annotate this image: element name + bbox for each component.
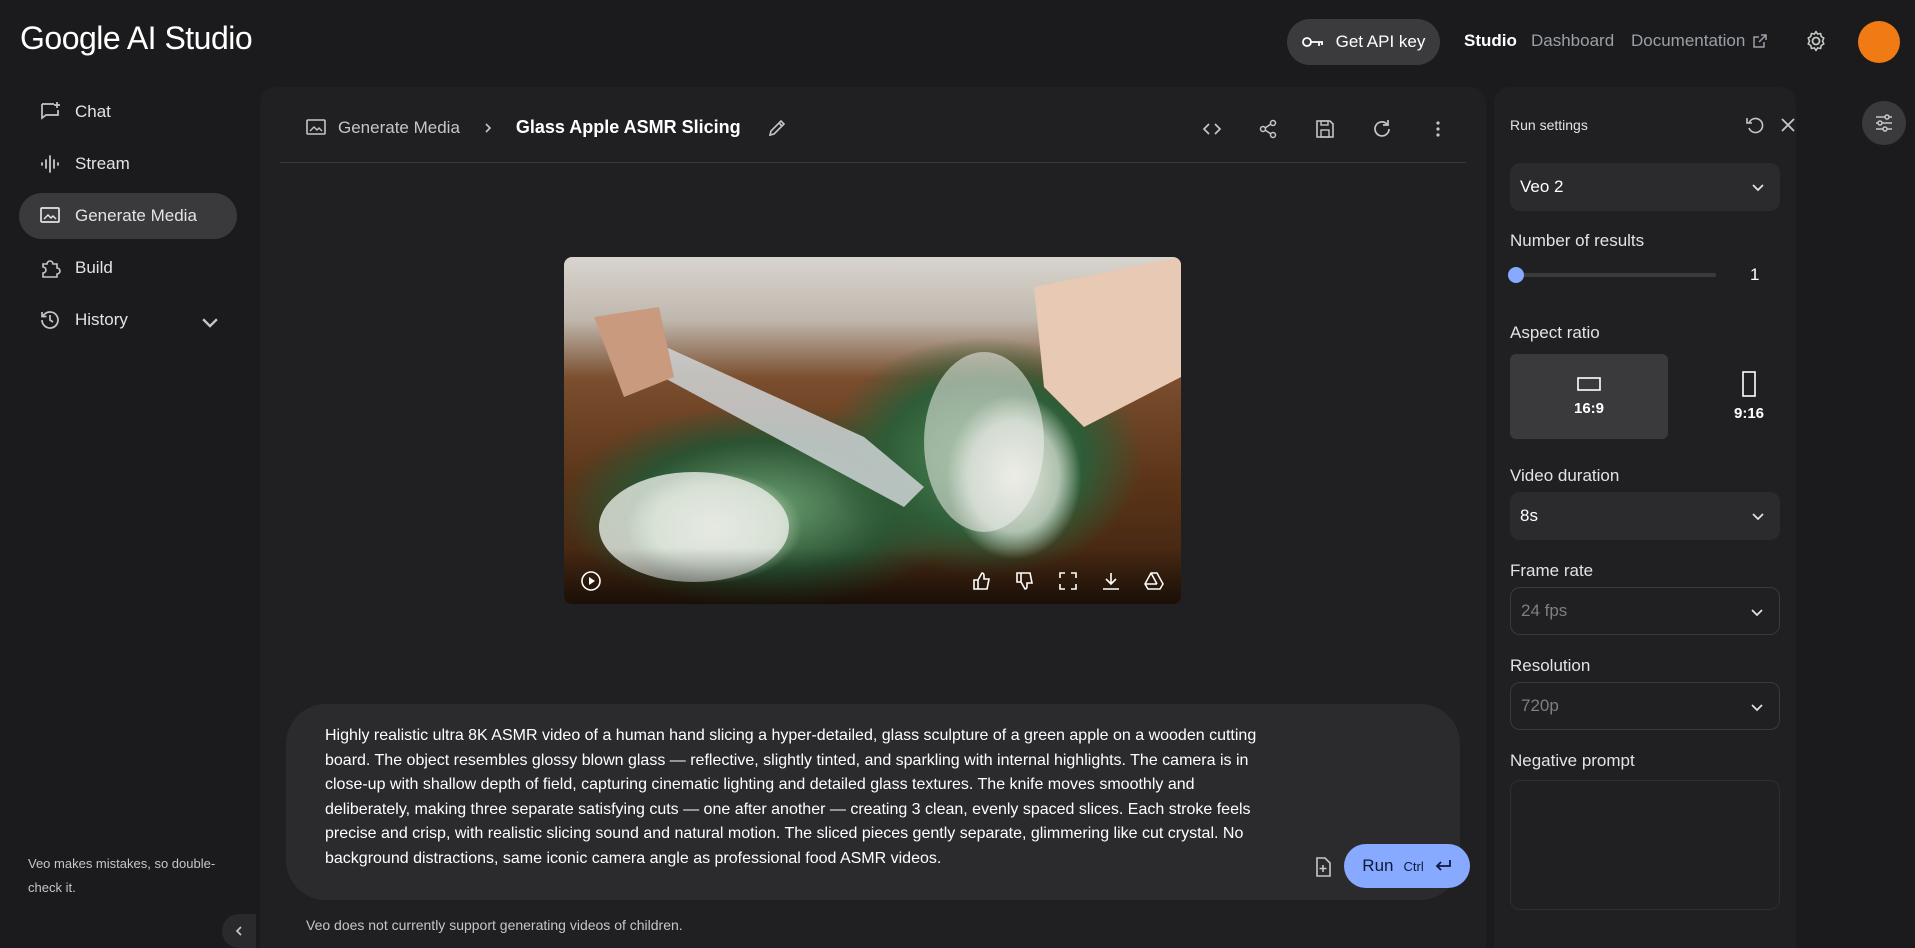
sidebar-item-label: Generate Media: [75, 206, 197, 225]
more-vert-icon[interactable]: [1427, 118, 1449, 140]
prompt-input-container[interactable]: Highly realistic ultra 8K ASMR video of …: [286, 704, 1470, 900]
num-results-slider-track[interactable]: [1516, 273, 1716, 277]
app-root: Google AI Studio Get API key Studio Dash…: [0, 0, 1915, 948]
collapse-sidebar-button[interactable]: [222, 914, 256, 948]
sidebar-item-label: History: [75, 310, 128, 329]
top-bar: Google AI Studio Get API key Studio Dash…: [0, 0, 1915, 86]
video-preview[interactable]: [564, 257, 1181, 604]
chevron-right-icon: [485, 122, 492, 133]
negative-prompt-input[interactable]: [1510, 780, 1780, 910]
chevron-down-icon: [1752, 184, 1764, 192]
run-label: Run: [1362, 856, 1394, 875]
portrait-icon: [1742, 371, 1756, 397]
sidebar-item-label: Stream: [75, 154, 130, 173]
media-icon: [40, 207, 60, 223]
model-value: Veo 2: [1520, 177, 1564, 196]
num-results-label: Number of results: [1510, 231, 1645, 250]
left-sidebar: Chat Stream Generate Media Build History…: [0, 86, 256, 948]
chevron-down-icon: [1751, 704, 1763, 712]
chevron-left-icon: [235, 926, 242, 936]
aspect-option-9-16[interactable]: 9:16: [1670, 354, 1828, 439]
main-panel: Generate Media Glass Apple ASMR Slicing: [260, 87, 1486, 948]
resolution-label: Resolution: [1510, 656, 1591, 675]
download-icon[interactable]: [1100, 570, 1122, 592]
aspect-option-label: 9:16: [1733, 405, 1765, 422]
resolution-value: 720p: [1521, 696, 1559, 715]
app-logo[interactable]: Google AI Studio: [20, 20, 253, 57]
key-icon: [1301, 37, 1323, 47]
model-select[interactable]: Veo 2: [1510, 163, 1780, 211]
fullscreen-icon[interactable]: [1057, 570, 1079, 592]
page-title: Glass Apple ASMR Slicing: [515, 117, 741, 137]
media-icon: [306, 118, 326, 135]
user-avatar[interactable]: [1858, 21, 1900, 63]
negative-prompt-label: Negative prompt: [1510, 751, 1635, 770]
sidebar-item-build[interactable]: Build: [19, 245, 237, 291]
sidebar-disclaimer: Veo makes mistakes, so double-check it.: [28, 856, 216, 895]
gear-icon[interactable]: [1804, 29, 1828, 53]
get-api-key-label: Get API key: [1335, 32, 1426, 51]
num-results-value[interactable]: 1: [1750, 265, 1759, 285]
share-icon[interactable]: [1257, 118, 1279, 140]
nav-dashboard[interactable]: Dashboard: [1531, 31, 1614, 51]
chevron-down-icon[interactable]: [199, 311, 221, 333]
video-duration-select[interactable]: 8s: [1510, 492, 1780, 540]
sidebar-item-label: Build: [75, 258, 113, 277]
enter-key-icon: [1435, 860, 1451, 871]
drive-icon[interactable]: [1143, 570, 1165, 592]
history-icon: [41, 311, 59, 329]
aspect-option-label: 16:9: [1573, 400, 1605, 417]
refresh-icon[interactable]: [1371, 118, 1393, 140]
sidebar-item-label: Chat: [75, 102, 111, 121]
header-divider: [280, 162, 1466, 163]
video-duration-value: 8s: [1520, 506, 1538, 525]
run-settings-title: Run settings: [1510, 117, 1588, 133]
run-button[interactable]: Run Ctrl: [1344, 844, 1470, 888]
nav-documentation[interactable]: Documentation: [1631, 31, 1768, 51]
close-icon[interactable]: [1777, 114, 1799, 136]
sidebar-item-stream[interactable]: Stream: [19, 141, 237, 187]
aspect-option-16-9[interactable]: 16:9: [1510, 354, 1668, 439]
edit-icon[interactable]: [767, 118, 787, 138]
nav-documentation-label: Documentation: [1631, 31, 1746, 50]
chevron-down-icon: [1752, 513, 1764, 521]
frame-rate-select: 24 fps: [1510, 587, 1780, 635]
tune-icon: [1876, 114, 1892, 132]
run-shortcut: Ctrl: [1403, 858, 1424, 874]
run-settings-panel: Run settings Veo 2 Number of results 1 A…: [1494, 87, 1796, 948]
play-icon[interactable]: [580, 570, 602, 592]
video-controls: [564, 548, 1181, 604]
landscape-icon: [1577, 377, 1601, 391]
prompt-input[interactable]: Highly realistic ultra 8K ASMR video of …: [325, 724, 1275, 871]
nav-studio[interactable]: Studio: [1464, 31, 1517, 51]
code-icon[interactable]: [1201, 118, 1223, 140]
thumbs-up-icon[interactable]: [971, 570, 993, 592]
reset-settings-icon[interactable]: [1744, 114, 1766, 136]
add-file-icon[interactable]: [1312, 856, 1334, 878]
sidebar-item-generate-media[interactable]: Generate Media: [19, 193, 237, 239]
build-icon: [42, 260, 61, 278]
breadcrumb: Generate Media Glass Apple ASMR Slicing: [306, 117, 787, 138]
video-duration-label: Video duration: [1510, 466, 1620, 485]
thumbs-down-icon[interactable]: [1014, 570, 1036, 592]
stream-icon: [41, 155, 59, 173]
frame-rate-label: Frame rate: [1510, 561, 1594, 580]
save-icon[interactable]: [1314, 118, 1336, 140]
aspect-ratio-label: Aspect ratio: [1510, 323, 1600, 342]
toggle-run-settings-button[interactable]: [1862, 101, 1906, 145]
chevron-down-icon: [1751, 609, 1763, 617]
frame-rate-value: 24 fps: [1521, 601, 1568, 620]
resolution-select: 720p: [1510, 682, 1780, 730]
sidebar-item-chat[interactable]: Chat: [19, 89, 237, 135]
sidebar-item-history[interactable]: History: [19, 297, 237, 343]
chat-icon: [41, 102, 60, 120]
breadcrumb-parent[interactable]: Generate Media: [338, 118, 460, 138]
num-results-slider-handle[interactable]: [1508, 267, 1524, 283]
get-api-key-button[interactable]: Get API key: [1287, 19, 1440, 65]
external-link-icon: [1753, 34, 1768, 48]
children-disclaimer: Veo does not currently support generatin…: [306, 917, 683, 933]
